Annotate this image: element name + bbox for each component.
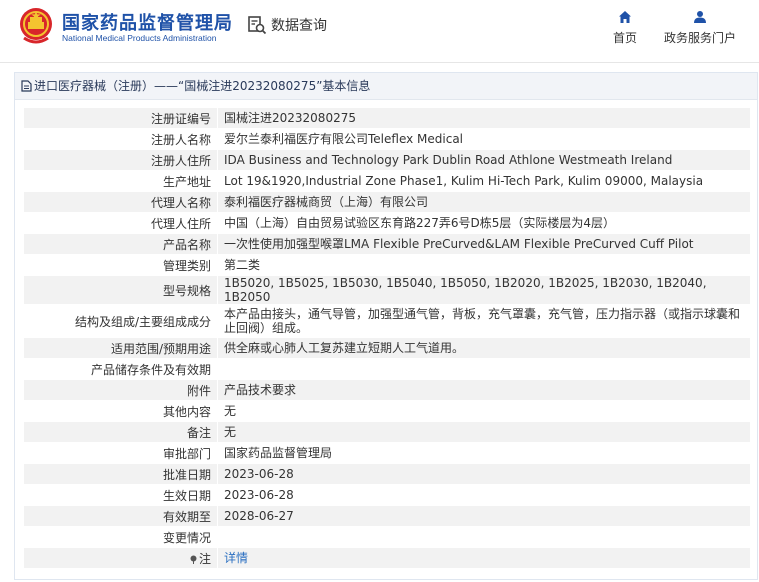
row-value: Lot 19&1920,Industrial Zone Phase1, Kuli… (217, 170, 751, 192)
table-row: 注册证编号 国械注进20232080275 (23, 107, 751, 129)
document-icon (21, 80, 32, 92)
table-row: 生效日期 2023-06-28 (23, 484, 751, 506)
row-value: 2023-06-28 (217, 484, 751, 506)
row-value: 中国（上海）自由贸易试验区东育路227弄6号D栋5层（实际楼层为4层） (217, 212, 751, 234)
table-row: 变更情况 (23, 526, 751, 548)
row-label: 产品储存条件及有效期 (23, 358, 218, 380)
table-row: 有效期至 2028-06-27 (23, 505, 751, 527)
site-title-en: National Medical Products Administration (62, 33, 217, 43)
row-label: 注册证编号 (23, 107, 218, 129)
table-row: 型号规格 1B5020, 1B5025, 1B5030, 1B5040, 1B50… (23, 275, 751, 305)
table-row: 代理人住所 中国（上海）自由贸易试验区东育路227弄6号D栋5层（实际楼层为4层） (23, 212, 751, 234)
table-row: 备注无 (23, 421, 751, 443)
table-row: 生产地址 Lot 19&1920,Industrial Zone Phase1, … (23, 170, 751, 192)
row-label: 注册人名称 (23, 128, 218, 150)
nav-service-portal-label: 政务服务门户 (663, 31, 736, 45)
table-row: 管理类别 第二类 (23, 254, 751, 276)
row-value: 无 (217, 421, 751, 443)
site-title-cn: 国家药品监督管理局 (62, 13, 233, 34)
detail-panel: 进口医疗器械（注册）——“国械注进20232080275”基本信息 注册证编号国… (14, 72, 758, 580)
table-row: 产品名称 一次性使用加强型喉罩LMA Flexible PreCurved&LAM… (23, 233, 751, 255)
row-label: 适用范围/预期用途 (23, 337, 218, 359)
row-label: 产品名称 (23, 233, 218, 255)
row-label: 型号规格 (23, 275, 218, 305)
table-row: 其他内容无 (23, 400, 751, 422)
table-row: 代理人名称 泰利福医疗器械商贸（上海）有限公司 (23, 191, 751, 213)
site-header: 国家药品监督管理局 National Medical Products Admi… (0, 0, 759, 63)
document-search-icon (248, 16, 267, 35)
row-label: 生产地址 (23, 170, 218, 192)
table-row: 批准日期 2023-06-28 (23, 463, 751, 485)
row-value: 1B5020, 1B5025, 1B5030, 1B5040, 1B5050, … (217, 275, 751, 305)
row-value: 国家药品监督管理局 (217, 442, 751, 464)
row-label: 管理类别 (23, 254, 218, 276)
table-row: 附件 产品技术要求 (23, 379, 751, 401)
row-value: 详情 (217, 547, 751, 569)
nav-home[interactable]: 首页 (607, 10, 643, 46)
row-value: 无 (217, 400, 751, 422)
row-value (217, 358, 751, 380)
table-row: 注 详情 (23, 547, 751, 569)
table-row: 审批部门 国家药品监督管理局 (23, 442, 751, 464)
pin-icon (190, 555, 197, 564)
row-value: 本产品由接头，通气导管，加强型通气管，背板，充气罩囊，充气管，压力指示器（或指示… (217, 304, 751, 338)
row-label: 审批部门 (23, 442, 218, 464)
table-row: 适用范围/预期用途 供全麻或心肺人工复苏建立短期人工气道用。 (23, 337, 751, 359)
data-query-link[interactable]: 数据查询 (247, 14, 327, 36)
data-query-label: 数据查询 (271, 18, 327, 34)
nav-service-portal[interactable]: 政务服务门户 (660, 10, 740, 46)
row-label: 附件 (23, 379, 218, 401)
details-link[interactable]: 详情 (224, 551, 248, 565)
row-value: IDA Business and Technology Park Dublin … (217, 149, 751, 171)
row-label: 注册人住所 (23, 149, 218, 171)
nav-home-label: 首页 (612, 31, 637, 45)
row-label: 生效日期 (23, 484, 218, 506)
user-icon (694, 11, 706, 23)
panel-title: 进口医疗器械（注册）——“国械注进20232080275”基本信息 (34, 79, 371, 93)
row-label: 有效期至 (23, 505, 218, 527)
row-value: 泰利福医疗器械商贸（上海）有限公司 (217, 191, 751, 213)
row-label: 结构及组成/主要组成成分 (23, 304, 218, 338)
panel-title-bar: 进口医疗器械（注册）——“国械注进20232080275”基本信息 (15, 73, 757, 100)
table-row: 注册人住所 IDA Business and Technology Park Du… (23, 149, 751, 171)
national-emblem-icon (20, 8, 52, 44)
row-label: 代理人住所 (23, 212, 218, 234)
row-value: 产品技术要求 (217, 379, 751, 401)
row-value: 第二类 (217, 254, 751, 276)
row-value: 2028-06-27 (217, 505, 751, 527)
table-row: 产品储存条件及有效期 (23, 358, 751, 380)
row-label: 注 (23, 547, 218, 569)
row-value: 供全麻或心肺人工复苏建立短期人工气道用。 (217, 337, 751, 359)
table-row: 结构及组成/主要组成成分 本产品由接头，通气导管，加强型通气管，背板，充气罩囊，充… (23, 304, 751, 338)
row-value: 一次性使用加强型喉罩LMA Flexible PreCurved&LAM Fle… (217, 233, 751, 255)
row-value (217, 526, 751, 548)
row-value: 国械注进20232080275 (217, 107, 751, 129)
table-row: 注册人名称 爱尔兰泰利福医疗有限公司Teleflex Medical (23, 128, 751, 150)
row-value: 2023-06-28 (217, 463, 751, 485)
row-label: 变更情况 (23, 526, 218, 548)
row-label: 其他内容 (23, 400, 218, 422)
note-label: 注 (198, 551, 211, 566)
home-icon (619, 11, 631, 23)
row-value: 爱尔兰泰利福医疗有限公司Teleflex Medical (217, 128, 751, 150)
device-info-table: 注册证编号 国械注进20232080275 注册人名称 爱尔兰泰利福医疗有限公司Te… (23, 107, 751, 569)
row-label: 代理人名称 (23, 191, 218, 213)
row-label: 备注 (23, 421, 218, 443)
row-label: 批准日期 (23, 463, 218, 485)
